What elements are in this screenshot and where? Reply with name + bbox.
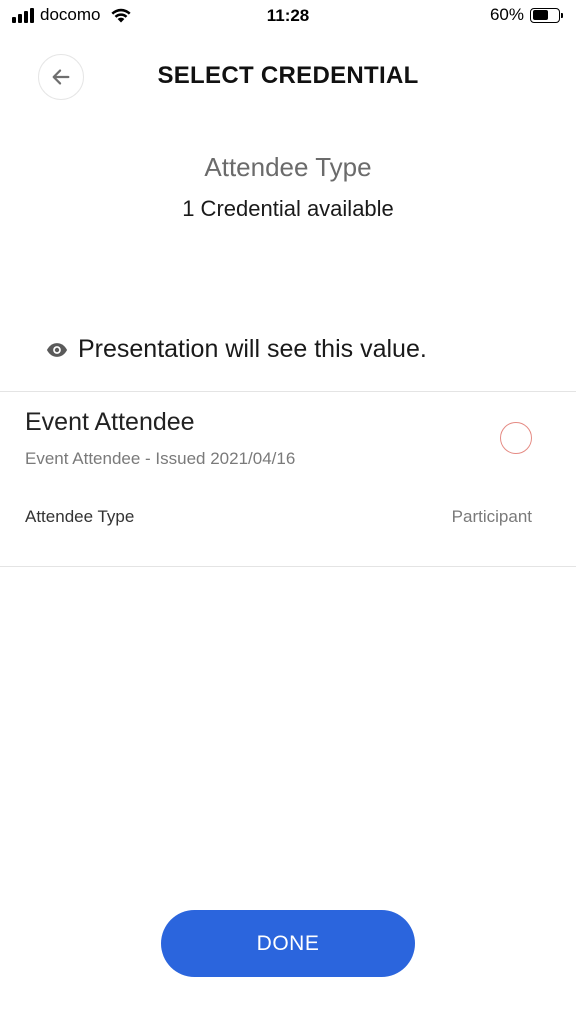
credential-issued-info: Event Attendee - Issued 2021/04/16 xyxy=(25,449,296,468)
credentials-available-count: 1 Credential available xyxy=(182,196,394,221)
credential-attribute-value: Participant xyxy=(451,507,532,526)
credential-name: Event Attendee xyxy=(25,408,195,436)
requested-attribute-name: Attendee Type xyxy=(204,152,372,182)
battery-percent: 60% xyxy=(489,5,524,24)
credential-attribute-label: Attendee Type xyxy=(25,507,135,526)
credential-radio-button[interactable] xyxy=(500,422,532,454)
status-bar: docomo 11:28 60% xyxy=(0,0,576,34)
select-credential-screen: docomo 11:28 60% SELECT CREDENTIAL Atten… xyxy=(0,0,576,1024)
visibility-notice: Presentation will see this value. xyxy=(46,335,427,364)
battery-level xyxy=(532,10,548,20)
visibility-notice-text: Presentation will see this value. xyxy=(78,335,427,363)
done-button[interactable]: DONE xyxy=(161,910,415,977)
battery-icon xyxy=(530,7,563,23)
status-right: 60% xyxy=(489,5,563,25)
eye-icon xyxy=(46,342,68,357)
divider xyxy=(0,566,576,567)
credential-option[interactable]: Event Attendee Event Attendee - Issued 2… xyxy=(0,392,576,566)
page-title: SELECT CREDENTIAL xyxy=(157,62,419,89)
